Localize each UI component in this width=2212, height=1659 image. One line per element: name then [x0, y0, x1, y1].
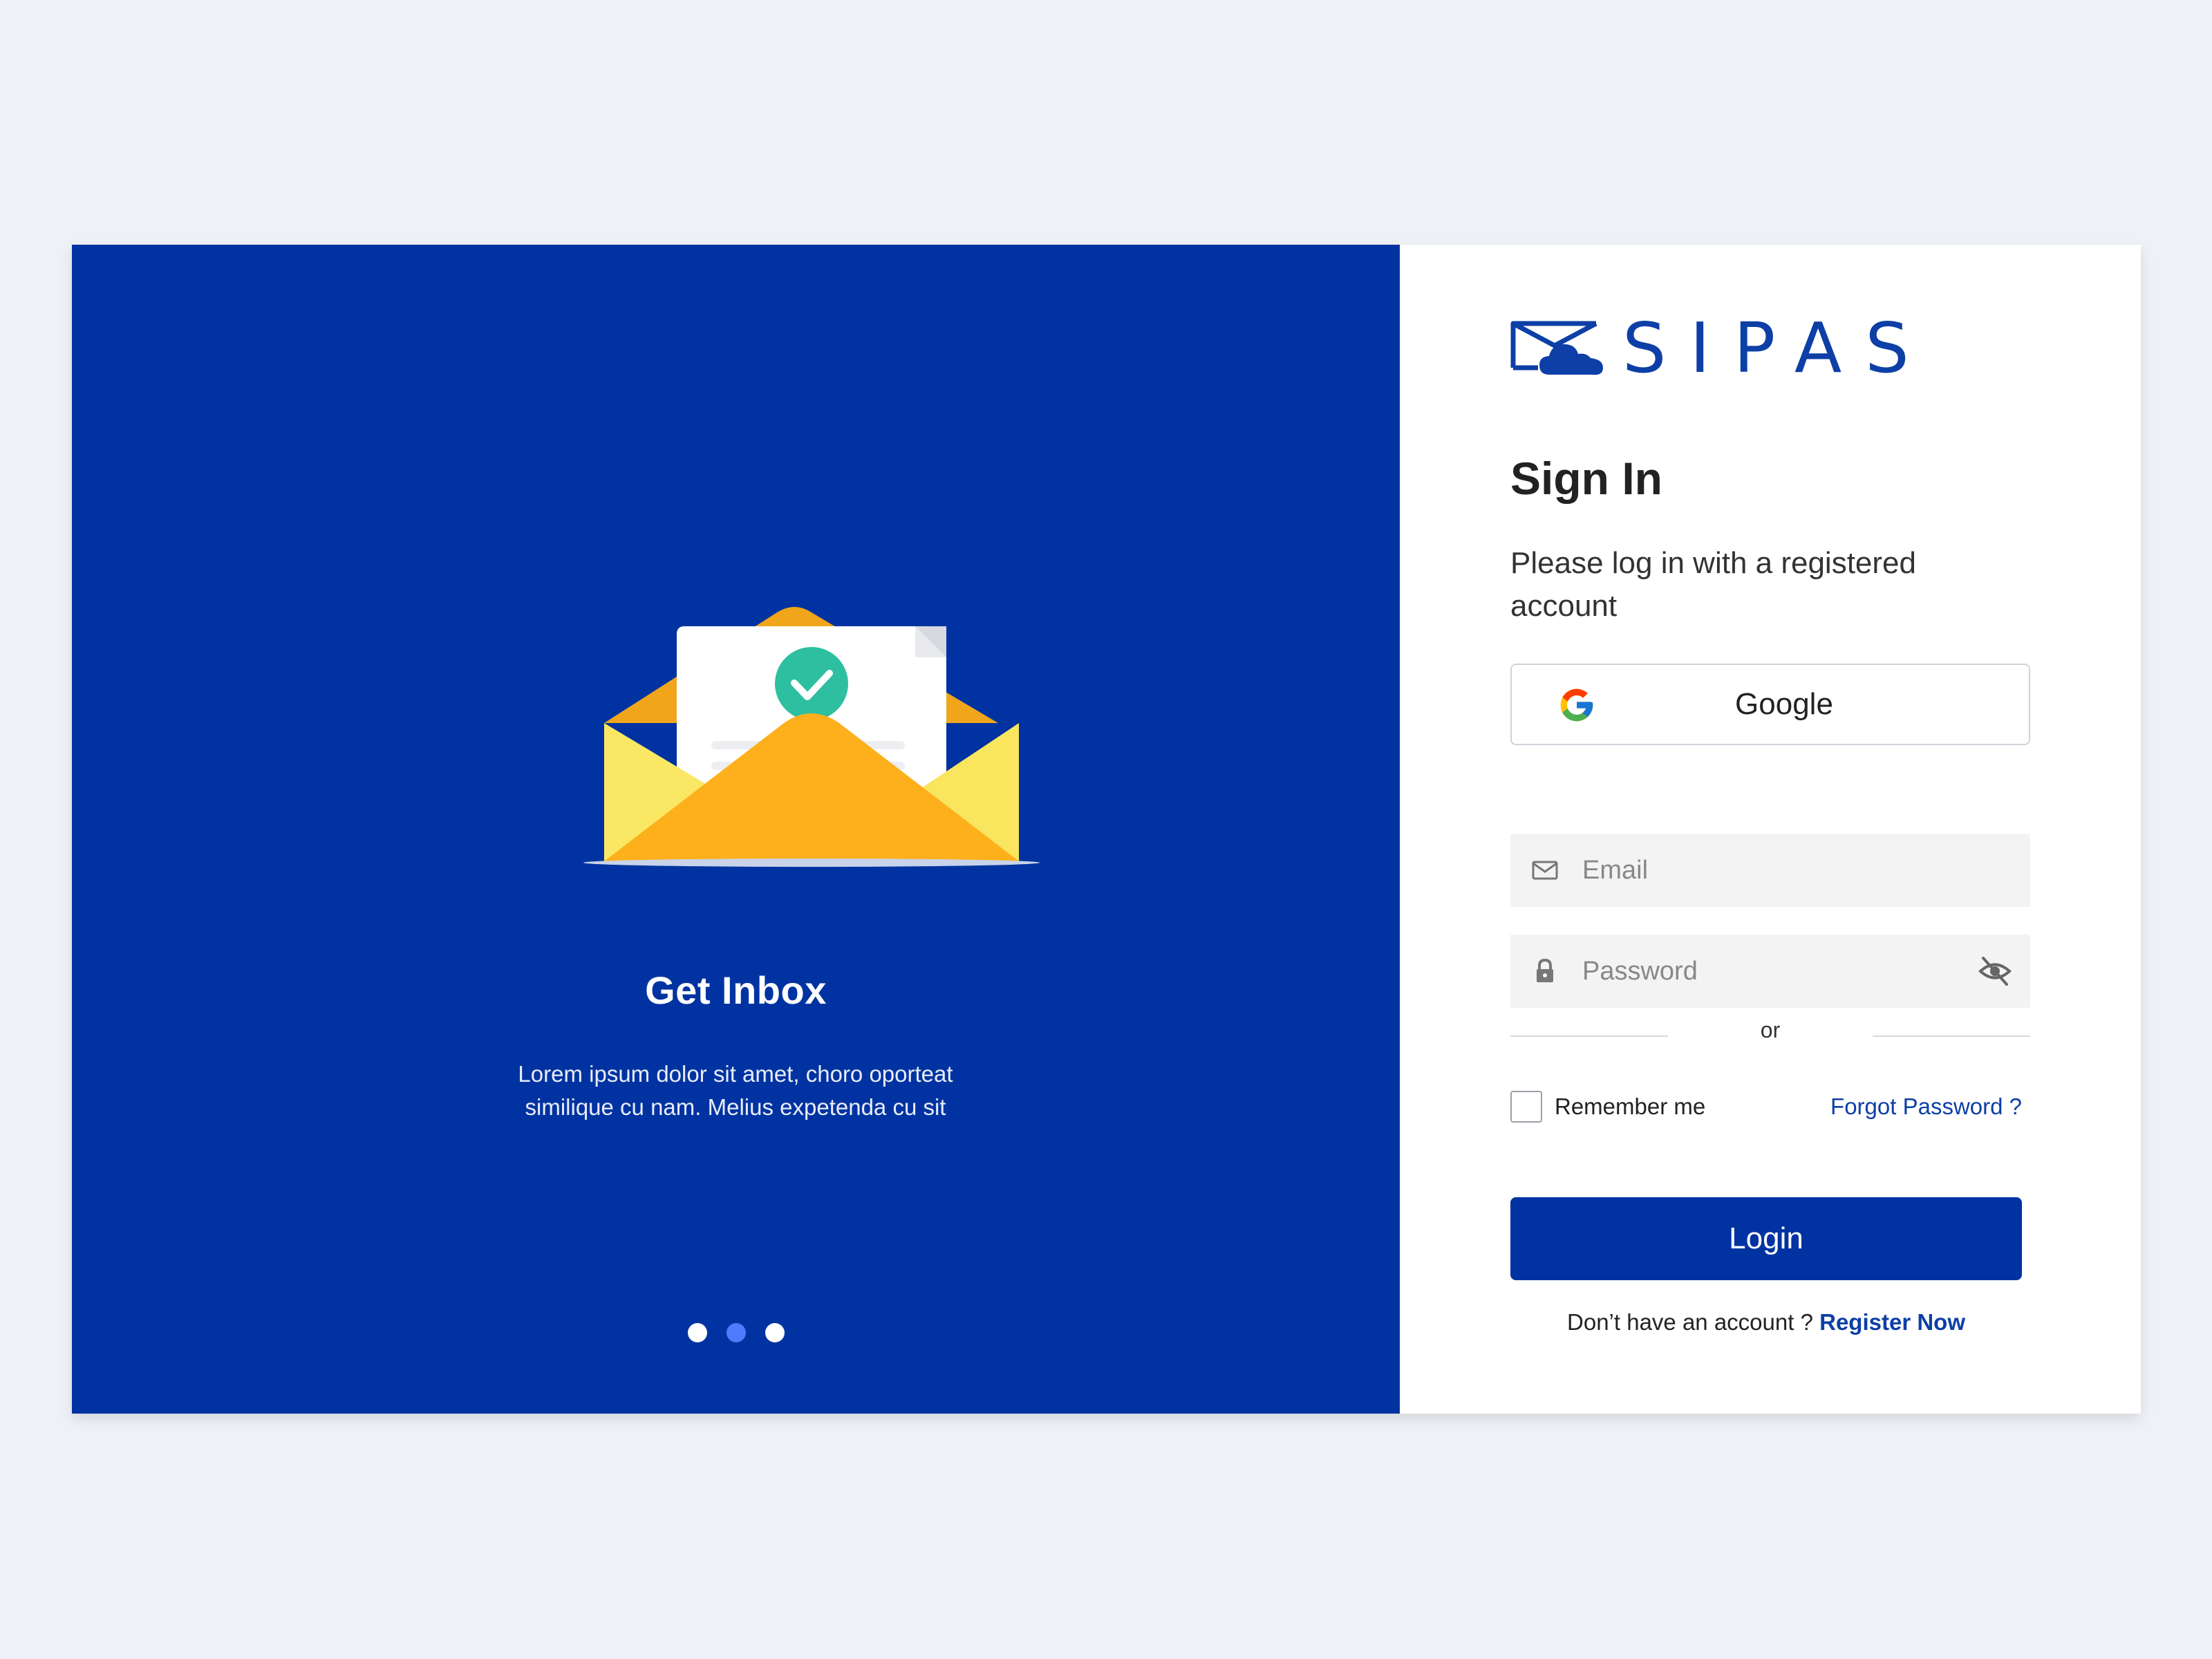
email-input[interactable] — [1582, 834, 1969, 907]
remember-me-label[interactable]: Remember me — [1555, 1094, 1705, 1120]
eye-off-icon[interactable] — [1978, 955, 2012, 987]
carousel-dot-2[interactable] — [726, 1323, 746, 1342]
mail-icon — [1532, 861, 1558, 880]
password-input[interactable] — [1582, 935, 1969, 1008]
remember-me: Remember me — [1510, 1091, 1705, 1123]
login-button[interactable]: Login — [1510, 1197, 2022, 1280]
register-prompt-text: Don’t have an account ? — [1567, 1309, 1820, 1335]
signin-panel: SIPAS Sign In Please log in with a regis… — [1400, 245, 2141, 1414]
brand-name: SIPAS — [1622, 308, 1933, 388]
remember-me-checkbox[interactable] — [1510, 1091, 1542, 1123]
register-prompt: Don’t have an account ? Register Now — [1510, 1309, 2022, 1335]
envelope-cloud-icon — [1510, 321, 1603, 375]
carousel-dot-1[interactable] — [687, 1323, 707, 1342]
open-envelope-check-icon — [583, 607, 1040, 867]
google-signin-button[interactable]: Google — [1510, 664, 2030, 745]
hero-description: Lorem ipsum dolor sit amet, choro oporte… — [518, 1061, 953, 1120]
page-title: Sign In — [1510, 453, 1662, 504]
password-field — [1510, 935, 2030, 1008]
carousel-dots — [72, 1323, 1400, 1342]
hero-panel: Get Inbox Lorem ipsum dolor sit amet, ch… — [72, 245, 1400, 1414]
lock-icon — [1537, 958, 1553, 982]
page-subtitle: Please log in with a registered account — [1510, 546, 1916, 623]
forgot-password-link[interactable]: Forgot Password ? — [1830, 1094, 2022, 1120]
signin-card: Get Inbox Lorem ipsum dolor sit amet, ch… — [72, 245, 2141, 1414]
hero-title: Get Inbox — [645, 968, 827, 1012]
divider-line-right — [1873, 1035, 2030, 1037]
email-field — [1510, 834, 2030, 907]
logo: SIPAS — [1510, 314, 1933, 383]
carousel-dot-3[interactable] — [765, 1323, 785, 1342]
register-now-link[interactable]: Register Now — [1819, 1309, 1965, 1335]
divider-text: or — [1760, 1018, 1781, 1042]
google-icon — [1560, 688, 1593, 722]
or-divider: or — [1510, 1018, 2030, 1059]
